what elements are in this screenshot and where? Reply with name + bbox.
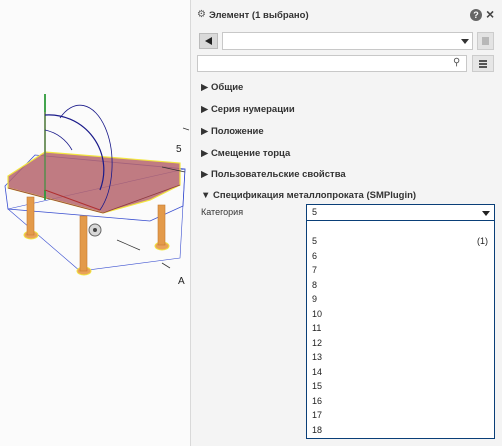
category-value: 5 — [312, 207, 318, 217]
option-label: 6 — [312, 250, 318, 261]
search-icon: ⚲ — [453, 57, 461, 68]
table-leg — [26, 196, 35, 236]
category-dropdown-list: 5 (1) 6 7 8 9 10 11 12 13 14 15 16 17 18 — [306, 221, 495, 439]
grid-label-top: 5 — [176, 144, 182, 155]
back-arrow-button[interactable] — [199, 33, 218, 49]
option-label: 16 — [312, 395, 323, 406]
table-leg — [157, 204, 166, 246]
option-label: 17 — [312, 410, 323, 420]
section-end-offset[interactable]: ▶ Смещение торца — [201, 148, 290, 159]
option-label: 14 — [312, 366, 323, 377]
option-label: 15 — [312, 381, 323, 391]
section-general[interactable]: ▶ Общие — [201, 82, 243, 93]
dropdown-option[interactable]: 5 (1) — [307, 236, 494, 250]
dropdown-option[interactable]: 14 — [307, 367, 494, 381]
dropdown-option[interactable]: 17 — [307, 410, 494, 424]
search-input[interactable]: ⚲ — [197, 55, 467, 72]
option-label: 11 — [312, 323, 322, 333]
save-button[interactable] — [477, 32, 494, 50]
option-label: 10 — [312, 308, 323, 319]
object-type-combo[interactable] — [222, 32, 473, 50]
gear-icon: ⚙ — [197, 9, 206, 20]
model-viewport[interactable]: 5 A — [0, 0, 190, 446]
dropdown-option[interactable]: 7 — [307, 265, 494, 279]
section-numbering-series[interactable]: ▶ Серия нумерации — [201, 104, 295, 115]
close-icon[interactable]: × — [486, 7, 494, 21]
option-count: (1) — [477, 236, 488, 246]
dropdown-option[interactable]: 15 — [307, 381, 494, 395]
dropdown-option[interactable]: 18 — [307, 425, 494, 439]
chevron-down-icon — [461, 39, 469, 44]
option-label: 12 — [312, 337, 323, 348]
dropdown-option[interactable]: 11 — [307, 323, 494, 337]
dropdown-option[interactable]: 6 — [307, 251, 494, 265]
section-position[interactable]: ▶ Положение — [201, 126, 264, 137]
dropdown-option[interactable]: 9 — [307, 294, 494, 308]
option-label: 9 — [312, 294, 318, 304]
option-label: 5 — [312, 236, 318, 246]
section-smplugin-spec[interactable]: ▼ Спецификация металлопроката (SMPlugin) — [201, 190, 416, 201]
model-3d-view[interactable]: 5 A — [0, 0, 190, 446]
panel-title-bar: ⚙ Элемент (1 выбрано) ? × — [191, 7, 502, 24]
dropdown-option[interactable]: 10 — [307, 309, 494, 323]
dropdown-option[interactable]: 16 — [307, 396, 494, 410]
section-user-properties[interactable]: ▶ Пользовательские свойства — [201, 169, 346, 180]
dropdown-option[interactable]: 13 — [307, 352, 494, 366]
dropdown-option[interactable]: 8 — [307, 280, 494, 294]
dropdown-option[interactable]: 12 — [307, 338, 494, 352]
panel-title: Элемент (1 выбрано) — [209, 10, 309, 21]
grid-label-bottom: A — [178, 276, 185, 287]
option-label: 7 — [312, 265, 318, 275]
help-icon[interactable]: ? — [470, 9, 482, 21]
option-label: 18 — [312, 424, 323, 435]
option-label: 8 — [312, 279, 318, 290]
category-label: Категория — [201, 207, 244, 217]
category-dropdown[interactable]: 5 — [306, 204, 495, 221]
table-leg — [79, 215, 88, 272]
option-label: 13 — [312, 352, 323, 362]
menu-icon[interactable] — [472, 55, 494, 72]
chevron-down-icon — [482, 211, 490, 216]
properties-panel: ⚙ Элемент (1 выбрано) ? × ⚲ ▶ Общие ▶ Се… — [190, 0, 502, 446]
